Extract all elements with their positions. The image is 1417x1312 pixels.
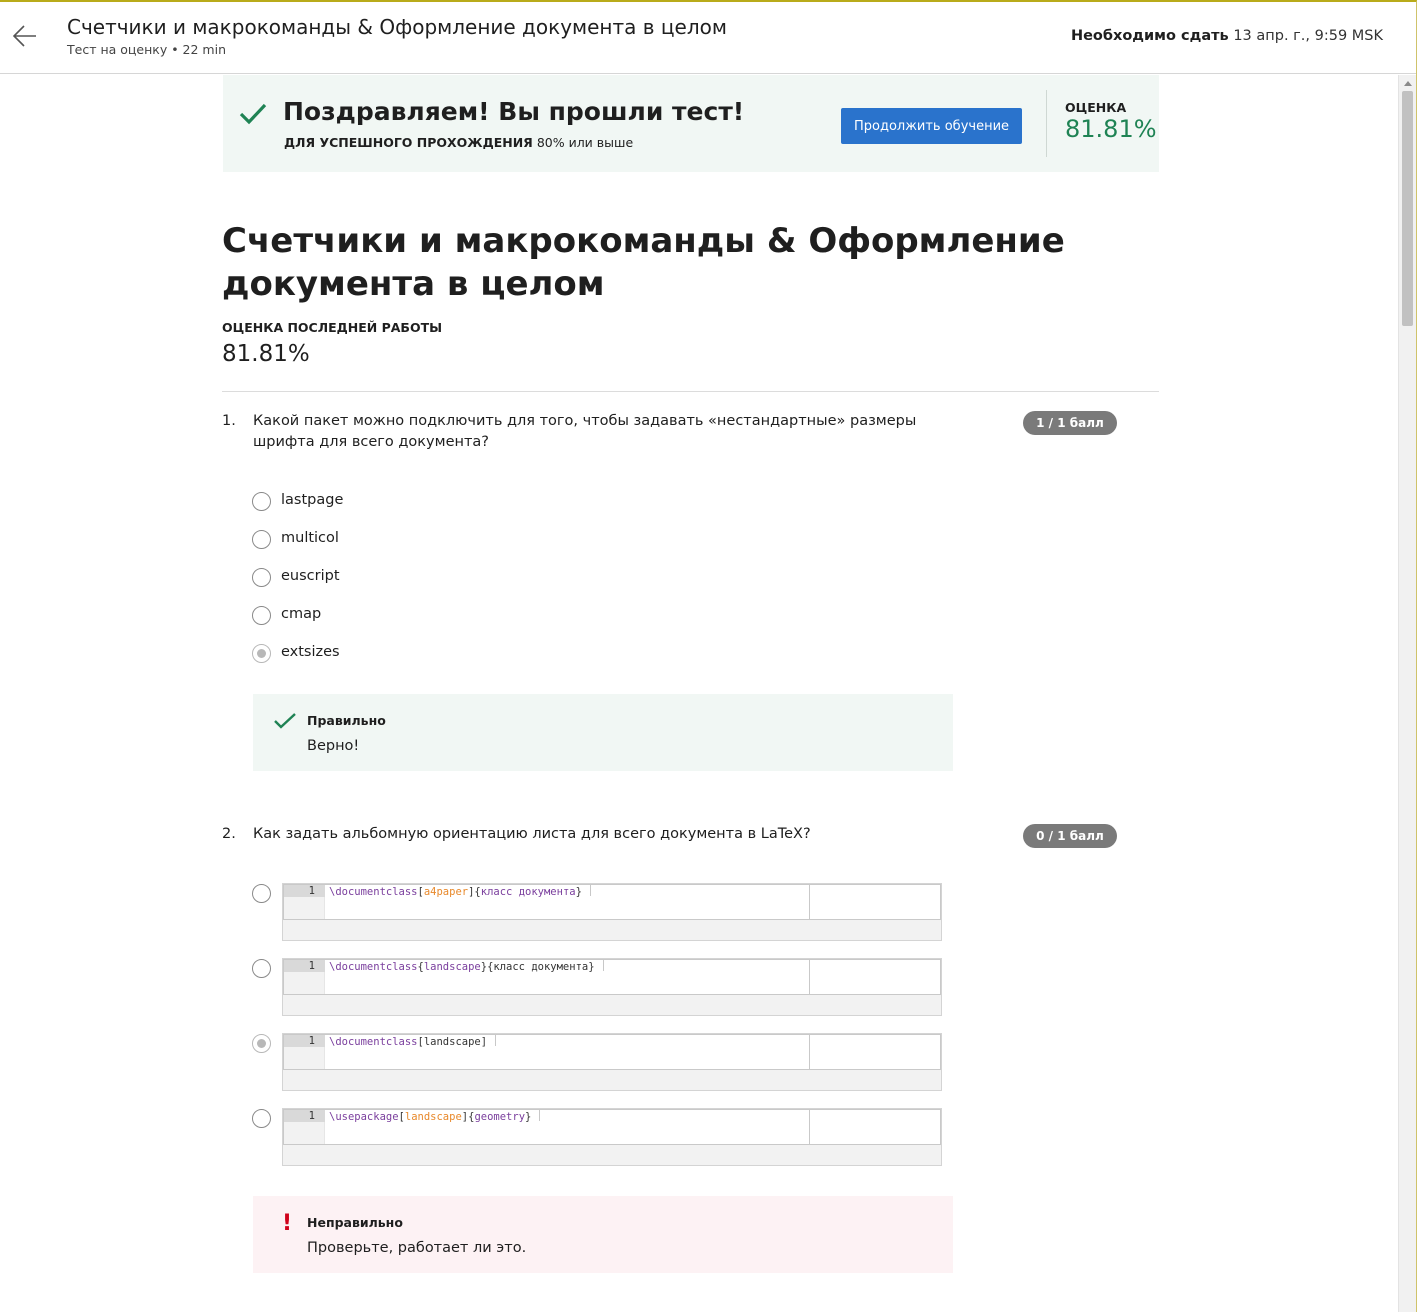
back-button[interactable]	[10, 20, 42, 52]
text-cursor	[495, 1035, 497, 1046]
code-token: \documentclass	[329, 886, 418, 898]
code-token: }	[525, 1111, 532, 1123]
radio-option-5[interactable]	[252, 644, 271, 663]
code-editor-content: 1 \documentclass{landscape}{класс докумен…	[283, 959, 941, 995]
line-gutter: 1	[284, 885, 325, 919]
radio-option-2[interactable]	[252, 530, 271, 549]
pass-requirement-value: 80% или выше	[536, 135, 634, 150]
line-gutter: 1	[284, 1035, 325, 1069]
question-number: 2.	[222, 826, 236, 842]
feedback-title: Правильно	[307, 713, 386, 728]
radio-option-2[interactable]	[252, 959, 271, 978]
text-cursor	[589, 885, 591, 896]
option-label: extsizes	[281, 644, 340, 660]
feedback-correct: Правильно Верно!	[253, 694, 953, 771]
code-editor-content: 1 \usepackage[landscape]{geometry}	[283, 1109, 941, 1145]
latest-grade-label: ОЦЕНКА ПОСЛЕДНЕЙ РАБОТЫ	[222, 320, 443, 335]
code-line: \documentclass[landscape]	[329, 1035, 497, 1049]
text-cursor	[539, 1110, 541, 1121]
code-token: geometry	[474, 1111, 526, 1123]
due-date: Необходимо сдать 13 апр. г., 9:59 MSK	[1071, 28, 1383, 44]
score-badge: 0 / 1 балл	[1023, 824, 1117, 848]
code-token: ]{	[468, 886, 481, 898]
radio-option-1[interactable]	[252, 492, 271, 511]
continue-learning-button[interactable]: Продолжить обучение	[841, 108, 1022, 144]
divider	[222, 391, 1159, 392]
question-text: Какой пакет можно подключить для того, ч…	[253, 413, 917, 450]
editor-side-divider	[809, 885, 810, 919]
code-token: \documentclass	[329, 961, 418, 973]
pass-banner: Поздравляем! Вы прошли тест! ДЛЯ УСПЕШНО…	[223, 75, 1159, 172]
code-editor-content: 1 \documentclass[a4paper]{класс документа…	[283, 884, 941, 920]
header-title: Счетчики и макрокоманды & Оформление док…	[67, 15, 727, 39]
option-label: euscript	[281, 568, 340, 584]
grade-value: 81.81%	[1065, 115, 1157, 143]
page: Счетчики и макрокоманды & Оформление док…	[0, 0, 1417, 1312]
code-token: }{класс документа}	[480, 961, 595, 973]
code-editor: 1 \documentclass[landscape]	[282, 1033, 942, 1091]
line-gutter: 1	[284, 960, 325, 994]
latest-grade-value: 81.81%	[222, 341, 310, 367]
check-icon	[239, 103, 267, 125]
line-number: 1	[308, 1110, 315, 1122]
code-editor-content: 1 \documentclass[landscape]	[283, 1034, 941, 1070]
header-subtitle: Тест на оценку • 22 min	[67, 42, 226, 57]
question-text: Как задать альбомную ориентацию листа дл…	[253, 826, 811, 842]
code-line: \documentclass{landscape}{класс документ…	[329, 960, 604, 974]
page-title: Счетчики и макрокоманды & Оформление док…	[222, 221, 1065, 304]
code-editor: 1 \documentclass{landscape}{класс докумен…	[282, 958, 942, 1016]
back-arrow-icon	[12, 25, 36, 47]
pass-requirement: ДЛЯ УСПЕШНОГО ПРОХОЖДЕНИЯ 80% или выше	[284, 135, 633, 150]
feedback-text: Верно!	[307, 738, 360, 754]
feedback-incorrect: ! Неправильно Проверьте, работает ли это…	[253, 1196, 953, 1273]
code-line: \usepackage[landscape]{geometry}	[329, 1110, 541, 1124]
banner-divider	[1046, 90, 1047, 157]
exclamation-icon: !	[282, 1211, 293, 1236]
radio-option-1[interactable]	[252, 884, 271, 903]
editor-side-divider	[809, 960, 810, 994]
editor-side-divider	[809, 1035, 810, 1069]
check-icon	[274, 713, 296, 729]
code-editor: 1 \documentclass[a4paper]{класс документа…	[282, 883, 942, 941]
text-cursor	[602, 960, 604, 971]
top-header: Счетчики и макрокоманды & Оформление док…	[0, 2, 1416, 74]
scrollbar-thumb[interactable]	[1402, 91, 1413, 326]
option-label: multicol	[281, 530, 339, 546]
banner-title: Поздравляем! Вы прошли тест!	[283, 97, 745, 126]
feedback-title: Неправильно	[307, 1215, 403, 1230]
code-editor: 1 \usepackage[landscape]{geometry}	[282, 1108, 942, 1166]
scroll-up-arrow-icon[interactable]	[1404, 81, 1412, 86]
code-token: }	[575, 886, 582, 898]
code-token: \usepackage	[329, 1111, 399, 1123]
radio-option-3[interactable]	[252, 568, 271, 587]
line-number: 1	[308, 885, 315, 897]
line-gutter: 1	[284, 1110, 325, 1144]
code-token: landscape	[423, 961, 481, 973]
code-token: landscape	[404, 1111, 462, 1123]
editor-side-divider	[809, 1110, 810, 1144]
code-token: a4paper	[423, 886, 469, 898]
pass-requirement-label: ДЛЯ УСПЕШНОГО ПРОХОЖДЕНИЯ	[284, 135, 533, 150]
scrollbar[interactable]	[1398, 75, 1416, 1312]
grade-label: ОЦЕНКА	[1065, 100, 1127, 115]
line-number: 1	[308, 960, 315, 972]
code-token: \documentclass	[329, 1036, 418, 1048]
code-token: [landscape]	[417, 1036, 488, 1048]
feedback-text: Проверьте, работает ли это.	[307, 1240, 527, 1256]
code-line: \documentclass[a4paper]{класс документа}	[329, 885, 591, 899]
code-token: класс документа	[480, 886, 576, 898]
option-label: cmap	[281, 606, 322, 622]
due-label: Необходимо сдать	[1070, 28, 1229, 44]
score-badge: 1 / 1 балл	[1023, 411, 1117, 435]
radio-option-4[interactable]	[252, 1109, 271, 1128]
code-token: ]{	[461, 1111, 475, 1123]
radio-option-4[interactable]	[252, 606, 271, 625]
line-number: 1	[308, 1035, 315, 1047]
due-value: 13 апр. г., 9:59 MSK	[1233, 28, 1383, 44]
option-label: lastpage	[281, 492, 344, 508]
radio-option-3[interactable]	[252, 1034, 271, 1053]
question-number: 1.	[222, 413, 236, 429]
